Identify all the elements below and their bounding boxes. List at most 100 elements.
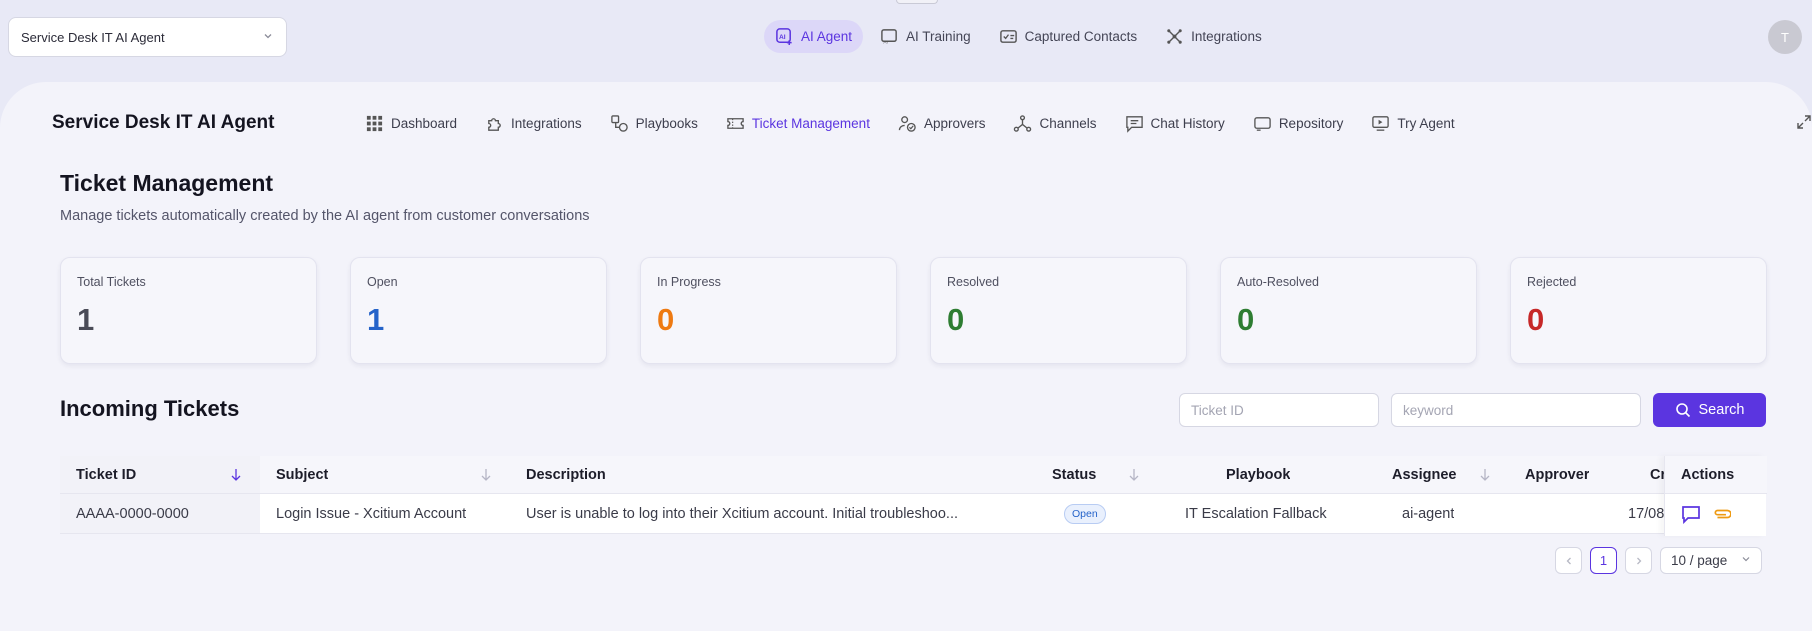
cell-playbook: IT Escalation Fallback bbox=[1185, 505, 1327, 522]
grid-icon bbox=[366, 115, 383, 131]
search-icon bbox=[1675, 403, 1690, 418]
avatar[interactable]: T bbox=[1768, 20, 1802, 54]
keyword-input[interactable] bbox=[1391, 393, 1641, 427]
chevron-left-icon bbox=[1566, 557, 1571, 564]
sub-nav-label: Approvers bbox=[923, 115, 986, 131]
header-description: Description bbox=[526, 466, 606, 483]
header-ticket-id[interactable]: Ticket ID bbox=[76, 456, 136, 493]
attachment-icon[interactable] bbox=[1711, 504, 1731, 524]
header-status[interactable]: Status bbox=[1052, 456, 1096, 493]
next-page-button[interactable] bbox=[1625, 547, 1652, 574]
stat-value: 0 bbox=[1527, 302, 1545, 337]
svg-text:AI: AI bbox=[779, 34, 786, 41]
sort-down-icon[interactable] bbox=[1479, 468, 1491, 482]
stats-row: Total Tickets 1 Open 1 In Progress 0 Res… bbox=[60, 257, 1767, 364]
cell-description: User is unable to log into their Xcitium… bbox=[526, 505, 959, 522]
search-button[interactable]: Search bbox=[1653, 393, 1766, 427]
sub-nav-chat-history[interactable]: Chat History bbox=[1125, 112, 1225, 134]
search-button-label: Search bbox=[1698, 402, 1745, 418]
sub-nav-dashboard[interactable]: Dashboard bbox=[365, 112, 457, 134]
top-nav-label: Integrations bbox=[1191, 29, 1262, 44]
sub-nav-integrations[interactable]: Integrations bbox=[485, 112, 582, 134]
try-agent-icon bbox=[1372, 115, 1390, 131]
sub-nav-label: Ticket Management bbox=[751, 115, 870, 131]
chat-icon[interactable] bbox=[1681, 504, 1701, 524]
top-nav-label: AI Agent bbox=[801, 29, 853, 44]
header-actions: Actions bbox=[1665, 456, 1767, 494]
header-assignee[interactable]: Assignee bbox=[1392, 456, 1456, 493]
cell-created: 17/08, bbox=[1628, 505, 1669, 522]
table-header: Ticket ID Subject Description Status Pla… bbox=[60, 456, 1766, 494]
header-approver: Approver bbox=[1525, 466, 1590, 483]
channels-icon bbox=[1014, 114, 1032, 132]
page-subtitle: Manage tickets automatically created by … bbox=[60, 208, 590, 224]
chevron-down-icon bbox=[1741, 554, 1751, 567]
sub-nav-approvers[interactable]: Approvers bbox=[898, 112, 986, 134]
agent-select[interactable]: Service Desk IT AI Agent bbox=[8, 17, 287, 57]
stat-card-total: Total Tickets 1 bbox=[60, 257, 317, 364]
sub-nav-label: Playbooks bbox=[635, 115, 698, 131]
sub-nav-label: Try Agent bbox=[1397, 115, 1455, 131]
sub-nav-playbooks[interactable]: Playbooks bbox=[610, 112, 698, 134]
main-panel: Service Desk IT AI Agent Dashboard Integ… bbox=[0, 82, 1812, 631]
status-badge: Open bbox=[1064, 503, 1106, 524]
page-size-select[interactable]: 10 / page bbox=[1660, 547, 1762, 574]
top-nav-captured-contacts[interactable]: Captured Contacts bbox=[988, 20, 1149, 53]
pagination: 1 10 / page bbox=[1555, 547, 1762, 574]
expand-icon[interactable] bbox=[1796, 114, 1812, 130]
stat-value: 1 bbox=[77, 302, 95, 337]
stat-label: Open bbox=[367, 275, 398, 289]
ticket-id-link[interactable]: AAAA-0000-0000 bbox=[76, 494, 189, 533]
shapes-icon bbox=[610, 114, 628, 132]
tickets-table: Ticket ID Subject Description Status Pla… bbox=[60, 456, 1767, 536]
stat-label: Rejected bbox=[1527, 275, 1577, 289]
top-bar: Service Desk IT AI Agent AI AI Agent AI … bbox=[0, 0, 1812, 82]
incoming-tickets-title: Incoming Tickets bbox=[60, 396, 240, 421]
sort-down-icon[interactable] bbox=[480, 468, 492, 482]
page-button-1[interactable]: 1 bbox=[1590, 547, 1617, 574]
puzzle-icon bbox=[488, 117, 501, 131]
header-playbook: Playbook bbox=[1226, 466, 1291, 483]
header-subject[interactable]: Subject bbox=[276, 456, 328, 493]
approvers-icon bbox=[898, 115, 916, 132]
top-nav-ai-agent[interactable]: AI AI Agent bbox=[764, 20, 864, 53]
table-row[interactable]: AAAA-0000-0000 Login Issue - Xcitium Acc… bbox=[60, 494, 1766, 534]
top-nav-integrations[interactable]: Integrations bbox=[1154, 20, 1273, 53]
chevron-down-icon bbox=[262, 30, 274, 45]
top-nav-ai-training[interactable]: AI AI Training bbox=[869, 20, 982, 53]
window-handle[interactable] bbox=[896, 0, 938, 4]
sub-nav-label: Channels bbox=[1039, 115, 1097, 131]
ticket-id-input[interactable] bbox=[1179, 393, 1379, 427]
integrations-icon bbox=[1167, 29, 1182, 44]
sort-down-icon[interactable] bbox=[1128, 468, 1140, 482]
stat-card-auto-resolved: Auto-Resolved 0 bbox=[1220, 257, 1477, 364]
ticket-icon bbox=[727, 117, 744, 129]
top-nav-label: AI Training bbox=[906, 29, 971, 44]
stat-value: 0 bbox=[657, 302, 675, 337]
stat-value: 0 bbox=[947, 302, 965, 337]
stat-card-rejected: Rejected 0 bbox=[1510, 257, 1767, 364]
actions-column: Actions bbox=[1664, 456, 1767, 536]
stat-value: 0 bbox=[1237, 302, 1255, 337]
sub-nav-try-agent[interactable]: Try Agent bbox=[1371, 112, 1455, 134]
chat-icon bbox=[1125, 115, 1143, 133]
sub-nav-label: Chat History bbox=[1150, 115, 1225, 131]
stat-card-in-progress: In Progress 0 bbox=[640, 257, 897, 364]
cell-status: Open bbox=[1064, 494, 1106, 533]
cell-assignee: ai-agent bbox=[1402, 505, 1455, 522]
agent-title: Service Desk IT AI Agent bbox=[52, 112, 275, 133]
sort-down-icon[interactable] bbox=[230, 468, 242, 482]
sub-nav-ticket-management[interactable]: Ticket Management bbox=[726, 112, 870, 134]
page-size-value: 10 / page bbox=[1671, 553, 1728, 568]
sub-nav-channels[interactable]: Channels bbox=[1013, 112, 1097, 134]
svg-text:AI: AI bbox=[883, 40, 888, 46]
sub-nav-repository[interactable]: Repository bbox=[1253, 112, 1343, 134]
ai-agent-icon: AI bbox=[776, 28, 792, 46]
sub-nav: Dashboard Integrations Playbooks Ticket … bbox=[365, 112, 1483, 134]
stat-card-resolved: Resolved 0 bbox=[930, 257, 1187, 364]
prev-page-button[interactable] bbox=[1555, 547, 1582, 574]
chevron-right-icon bbox=[1636, 557, 1641, 564]
contacts-icon bbox=[999, 30, 1017, 43]
agent-select-value: Service Desk IT AI Agent bbox=[21, 29, 165, 45]
top-nav: AI AI Agent AI AI Training Captured Cont… bbox=[764, 20, 1273, 53]
